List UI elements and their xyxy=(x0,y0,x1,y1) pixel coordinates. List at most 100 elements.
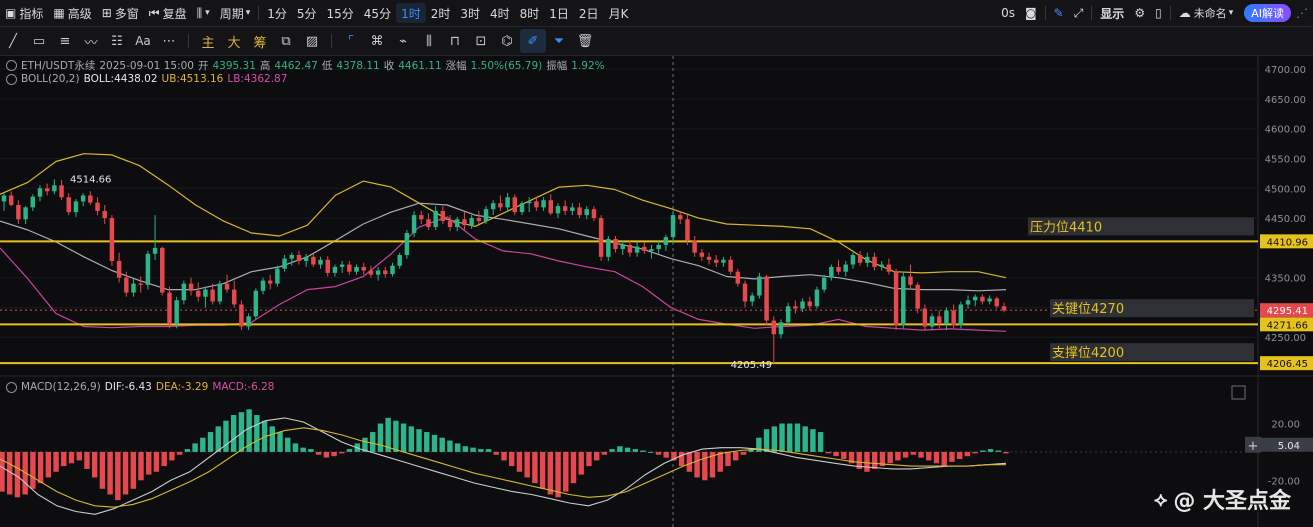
interval-tab-6[interactable]: 3时 xyxy=(455,0,485,26)
interval-tab-9[interactable]: 1日 xyxy=(544,0,574,26)
share-icon[interactable]: ⋰ xyxy=(1291,0,1313,26)
line-tool-icon[interactable]: ╱ xyxy=(0,29,26,53)
interval-tab-10[interactable]: 2日 xyxy=(574,0,604,26)
price-label-text: 4295.41 xyxy=(1267,306,1308,317)
symbol-label: ETH/USDT永续 xyxy=(21,60,96,72)
candle-body xyxy=(231,289,237,305)
macd-histogram-bar xyxy=(292,443,299,452)
open-value: 4395.31 xyxy=(212,59,256,72)
rectangle-tool-icon[interactable]: ▭ xyxy=(26,29,52,53)
candle-body xyxy=(325,259,330,273)
interval-tab-11[interactable]: 月K xyxy=(604,0,634,26)
pen-icon[interactable]: ✎ xyxy=(1049,0,1069,26)
macd-histogram-bar xyxy=(864,451,870,472)
candle-body xyxy=(311,256,316,265)
trash-icon[interactable]: 🗑 xyxy=(572,29,598,53)
fib-tool-icon[interactable]: ☷ xyxy=(104,29,130,53)
macd-histogram-bar xyxy=(45,451,52,478)
advanced-button[interactable]: ▦ 高级 xyxy=(48,0,96,26)
chevron-down-icon: ▾ xyxy=(245,8,251,18)
candle-body xyxy=(368,270,374,275)
macd-histogram-bar xyxy=(702,451,708,481)
crosshair-select-icon[interactable]: ⌜ xyxy=(338,29,364,53)
interval-tab-7[interactable]: 4时 xyxy=(485,0,515,26)
candle-body xyxy=(253,290,259,317)
replay-button[interactable]: ⏮ 复盘 xyxy=(144,0,192,26)
multi-window-button[interactable]: ⊞ 多窗 xyxy=(97,0,144,26)
price-tick-label: 4700.00 xyxy=(1265,65,1306,76)
candle-body xyxy=(649,249,654,251)
macd-histogram-bar xyxy=(161,451,167,467)
magnet-icon[interactable]: ⌁ xyxy=(390,29,416,53)
fullscreen-icon[interactable]: ⤢ xyxy=(1069,0,1089,26)
divider xyxy=(188,34,189,48)
bell-icon[interactable] xyxy=(6,381,17,393)
lock-icon[interactable]: ⊓ xyxy=(442,29,468,53)
macd-histogram-bar xyxy=(810,429,816,452)
main-force-button[interactable]: 主 xyxy=(195,29,221,53)
macd-histogram-bar xyxy=(995,450,1001,452)
macd-histogram-bar xyxy=(308,449,314,452)
interval-tab-0[interactable]: 1分 xyxy=(262,0,292,26)
divider xyxy=(1044,6,1046,20)
parallel-lines-icon[interactable]: ≡ xyxy=(52,29,78,53)
cloud-icon: ☁ xyxy=(1178,6,1191,20)
candle-body xyxy=(426,219,431,228)
camera-icon[interactable]: ◙ xyxy=(1020,0,1042,26)
text-tool-icon[interactable]: Aa xyxy=(130,29,156,53)
macd-histogram-bar xyxy=(454,443,461,452)
indicators-button[interactable]: ▣ 指标 xyxy=(0,0,48,26)
interval-tab-4[interactable]: 1时 xyxy=(396,3,426,23)
macd-current-label: 5.04 xyxy=(1278,441,1300,452)
macd-histogram-bar xyxy=(130,451,136,489)
macd-histogram-bar xyxy=(115,451,121,501)
candle-body xyxy=(16,204,21,220)
display-button[interactable]: 显示 xyxy=(1095,0,1129,26)
macd-histogram-bar xyxy=(640,450,646,452)
wave-tool-icon[interactable]: 〰 xyxy=(78,29,104,53)
ruler-icon[interactable]: ⌘ xyxy=(364,29,390,53)
period-dropdown[interactable]: 周期 ▾ xyxy=(215,0,256,26)
candle-body xyxy=(217,283,223,302)
interval-tab-5[interactable]: 2时 xyxy=(426,0,456,26)
eye-icon[interactable]: ⌬ xyxy=(494,29,520,53)
big-order-button[interactable]: 大 xyxy=(221,29,247,53)
macd-histogram-bar xyxy=(732,451,739,461)
candle-body xyxy=(124,277,129,293)
chips-button[interactable]: 筹 xyxy=(247,29,273,53)
calendar-icon: ▦ xyxy=(53,6,65,20)
chart-type-button[interactable]: ⫼ ▾ xyxy=(192,0,215,26)
brush-icon[interactable]: ✐ xyxy=(520,29,546,53)
change-label: 涨幅 xyxy=(445,60,467,72)
interval-tab-8[interactable]: 8时 xyxy=(515,0,545,26)
candle-body xyxy=(937,316,942,325)
gear-icon[interactable]: ⚙ xyxy=(1129,0,1150,26)
picture-icon[interactable]: ⊡ xyxy=(468,29,494,53)
ai-analysis-button[interactable]: AI解读 xyxy=(1244,4,1291,22)
high-price-marker: 4514.66 xyxy=(70,175,111,186)
macd-histogram-bar xyxy=(632,449,638,452)
copy-icon[interactable]: ⧉ xyxy=(273,29,299,53)
chart-canvas[interactable]: 20.005.04+-20.00 4700.004650.004600.0045… xyxy=(0,56,1313,527)
eye-icon[interactable] xyxy=(6,60,17,71)
image-icon[interactable]: ▨ xyxy=(299,29,325,53)
close-value: 4461.11 xyxy=(398,59,442,72)
candle-body xyxy=(462,219,467,226)
interval-tab-3[interactable]: 45分 xyxy=(359,0,396,26)
more-icon[interactable]: ⋯ xyxy=(156,29,182,53)
candle-body xyxy=(37,188,43,197)
candles-tool-icon[interactable]: ⫼ xyxy=(416,29,442,53)
macd-legend: MACD(12,26,9) DIF:-6.43 DEA:-3.29 MACD:-… xyxy=(6,381,279,393)
interval-tab-1[interactable]: 5分 xyxy=(292,0,322,26)
candle-body xyxy=(347,264,352,272)
macd-histogram-bar xyxy=(872,451,878,469)
macd-histogram-bar xyxy=(99,451,106,489)
interval-tab-2[interactable]: 15分 xyxy=(322,0,359,26)
filter-icon[interactable]: ⏷ xyxy=(546,29,572,53)
cloud-layout-button[interactable]: ☁ 未命名 ▾ xyxy=(1174,0,1239,26)
layout-icon[interactable]: ▯ xyxy=(1150,0,1167,26)
candle-body xyxy=(282,258,287,269)
bell-icon[interactable] xyxy=(6,73,17,85)
candle-body xyxy=(987,298,992,302)
candle-body xyxy=(526,201,532,204)
